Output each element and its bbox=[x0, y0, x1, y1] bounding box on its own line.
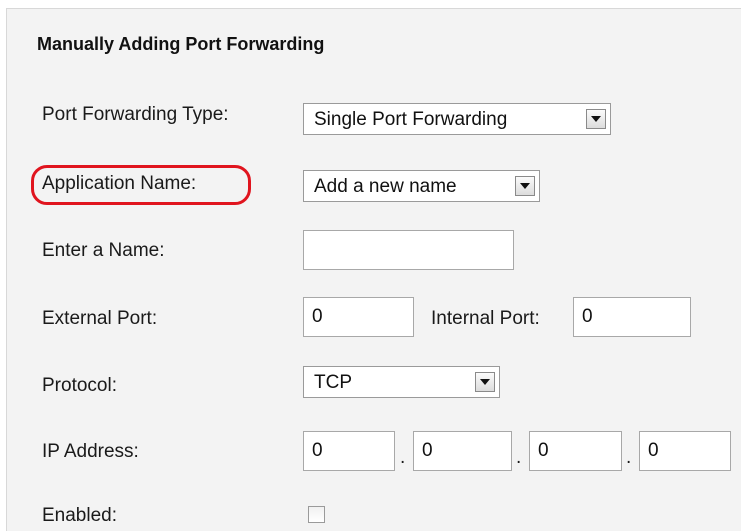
chevron-down-icon[interactable] bbox=[475, 372, 495, 392]
name-input[interactable] bbox=[303, 230, 514, 270]
ip-octet-1-input[interactable] bbox=[303, 431, 395, 471]
application-name-select[interactable]: Add a new name bbox=[303, 170, 540, 202]
external-port-label: External Port: bbox=[42, 308, 158, 329]
internal-port-input[interactable] bbox=[573, 297, 691, 337]
protocol-label: Protocol: bbox=[42, 375, 117, 396]
enter-name-label: Enter a Name: bbox=[42, 240, 165, 261]
application-name-label: Application Name: bbox=[42, 173, 197, 194]
chevron-down-icon[interactable] bbox=[586, 109, 606, 129]
port-forwarding-type-select[interactable]: Single Port Forwarding bbox=[303, 103, 611, 135]
ip-address-label: IP Address: bbox=[42, 441, 139, 462]
enabled-checkbox[interactable] bbox=[308, 506, 325, 523]
ip-separator: . bbox=[626, 447, 632, 468]
port-forwarding-type-label: Port Forwarding Type: bbox=[42, 104, 229, 125]
external-port-input[interactable] bbox=[303, 297, 414, 337]
protocol-value: TCP bbox=[314, 372, 352, 393]
protocol-select[interactable]: TCP bbox=[303, 366, 500, 398]
application-name-value: Add a new name bbox=[314, 176, 457, 197]
ip-octet-3-input[interactable] bbox=[529, 431, 622, 471]
internal-port-label: Internal Port: bbox=[431, 308, 540, 329]
ip-octet-2-input[interactable] bbox=[413, 431, 512, 471]
enabled-label: Enabled: bbox=[42, 505, 118, 526]
section-title: Manually Adding Port Forwarding bbox=[37, 34, 325, 54]
ip-separator: . bbox=[400, 447, 406, 468]
chevron-down-icon[interactable] bbox=[515, 176, 535, 196]
ip-octet-4-input[interactable] bbox=[639, 431, 731, 471]
port-forwarding-type-value: Single Port Forwarding bbox=[314, 109, 508, 130]
ip-separator: . bbox=[516, 447, 522, 468]
